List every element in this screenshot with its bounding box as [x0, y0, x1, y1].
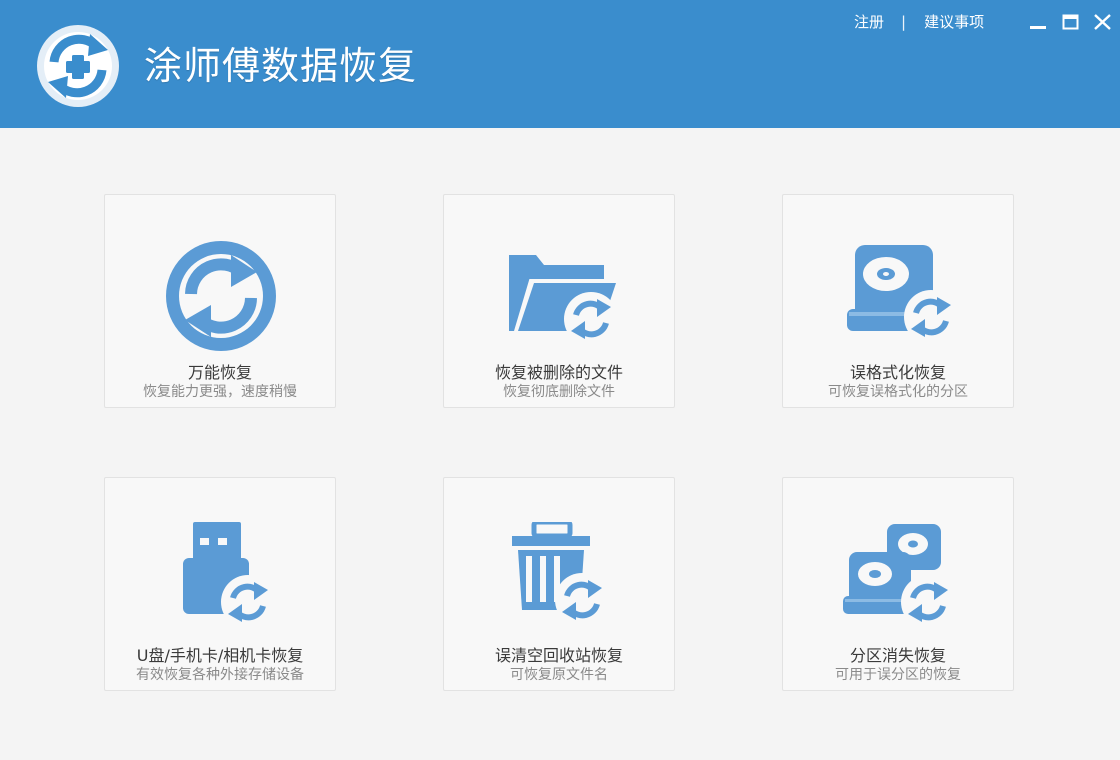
card-title: 误格式化恢复	[849, 363, 946, 382]
card-title: 误清空回收站恢复	[494, 646, 623, 665]
folder-restore-icon	[509, 255, 674, 355]
universal-recovery-card[interactable]: 万能恢复 恢复能力更强，速度稍慢	[104, 194, 336, 408]
format-recovery-card[interactable]: 误格式化恢复 可恢复误格式化的分区	[782, 194, 1014, 408]
card-title: U盘/手机卡/相机卡恢复	[136, 646, 304, 665]
title-bar: 涂师傅数据恢复 注册 | 建议事项	[0, 0, 1120, 128]
window-controls	[1026, 11, 1116, 33]
card-description: 恢复彻底删除文件	[503, 384, 615, 400]
usb-restore-icon	[183, 522, 335, 638]
suggestions-link[interactable]: 建议事项	[924, 11, 984, 33]
deleted-files-recovery-card[interactable]: 恢复被删除的文件 恢复彻底删除文件	[443, 194, 675, 408]
close-icon	[1094, 14, 1111, 30]
card-title: 万能恢复	[187, 363, 252, 382]
partition-restore-icon	[843, 524, 1013, 638]
register-link[interactable]: 注册	[854, 11, 884, 33]
top-links: 注册 | 建议事项	[854, 11, 984, 33]
card-description: 有效恢复各种外接存储设备	[136, 667, 304, 683]
disk-restore-icon	[847, 245, 1013, 355]
partition-recovery-card[interactable]: 分区消失恢复 可用于误分区的恢复	[782, 477, 1014, 691]
maximize-icon	[1062, 14, 1079, 30]
maximize-button[interactable]	[1058, 11, 1084, 33]
refresh-circle-icon	[166, 241, 276, 351]
recycle-bin-recovery-card[interactable]: 误清空回收站恢复 可恢复原文件名	[443, 477, 675, 691]
recycle-bin-restore-icon	[512, 522, 674, 638]
minimize-icon	[1030, 26, 1046, 29]
card-description: 可恢复误格式化的分区	[828, 384, 968, 400]
app-title: 涂师傅数据恢复	[144, 44, 418, 88]
usb-card-recovery-card[interactable]: U盘/手机卡/相机卡恢复 有效恢复各种外接存储设备	[104, 477, 336, 691]
card-description: 恢复能力更强，速度稍慢	[143, 384, 297, 400]
card-description: 可恢复原文件名	[510, 667, 608, 683]
card-title: 分区消失恢复	[849, 646, 946, 665]
link-separator: |	[901, 13, 907, 31]
card-description: 可用于误分区的恢复	[835, 667, 961, 683]
close-button[interactable]	[1090, 11, 1116, 33]
app-logo-icon	[37, 25, 119, 107]
minimize-button[interactable]	[1026, 11, 1052, 33]
card-title: 恢复被删除的文件	[494, 363, 623, 382]
